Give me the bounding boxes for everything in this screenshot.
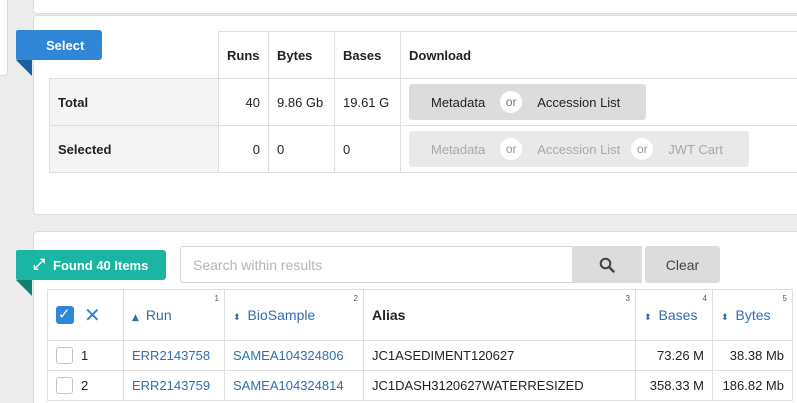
left-panel-edge bbox=[0, 0, 8, 76]
bytes-column-label: Bytes bbox=[735, 307, 771, 323]
alias-column-label: Alias bbox=[372, 307, 406, 323]
sort-up-icon: ▲ bbox=[132, 313, 139, 323]
selected-metadata-button[interactable]: Metadata bbox=[409, 131, 512, 167]
selected-bytes: 0 bbox=[268, 125, 335, 173]
column-number: 5 bbox=[782, 294, 787, 303]
search-icon bbox=[599, 257, 615, 273]
total-bases: 19.61 G bbox=[334, 78, 401, 126]
selection-summary-table: Runs Bytes Bases Download Total 40 9.86 … bbox=[49, 31, 797, 173]
previous-panel-edge bbox=[33, 0, 797, 14]
total-accession-list-button[interactable]: Accession List bbox=[511, 84, 647, 120]
row-checkbox[interactable] bbox=[56, 377, 73, 395]
column-number: 4 bbox=[702, 294, 707, 303]
run-link[interactable]: ERR2143758 bbox=[123, 340, 225, 371]
selected-download-cell: Metadata or Accession List or JWT Cart bbox=[400, 125, 797, 173]
select-all-checkbox[interactable] bbox=[56, 305, 74, 324]
alias-column-header[interactable]: 3 Alias bbox=[363, 289, 636, 341]
search-button[interactable] bbox=[572, 246, 642, 283]
total-metadata-button[interactable]: Metadata bbox=[409, 84, 512, 120]
bytes-cell: 186.82 Mb bbox=[712, 370, 793, 401]
run-column-label: Run bbox=[145, 307, 172, 323]
sort-both-icon: ⬍ bbox=[721, 313, 729, 323]
row-checkbox[interactable] bbox=[56, 347, 73, 365]
clear-selection-icon[interactable]: ✕ bbox=[84, 305, 101, 325]
run-link[interactable]: ERR2143759 bbox=[123, 370, 225, 401]
row-select-cell: 1 bbox=[47, 340, 124, 371]
column-number: 3 bbox=[625, 294, 630, 303]
results-table: ✕ 1 ▲ Run 2 ⬍ BioSample 3 Alias 4 ⬍ Bases 5… bbox=[47, 289, 793, 401]
alias-cell: JC1DASH3120627WATERRESIZED bbox=[363, 370, 636, 401]
biosample-column-label: BioSample bbox=[247, 307, 316, 323]
found-items-ribbon[interactable]: Found 40 Items bbox=[16, 250, 166, 296]
row-number: 2 bbox=[81, 378, 89, 394]
selected-accession-list-button[interactable]: Accession List bbox=[511, 131, 643, 167]
column-number: 1 bbox=[214, 294, 219, 303]
bytes-cell: 38.38 Mb bbox=[712, 340, 793, 371]
row-select-cell: 2 bbox=[47, 370, 124, 401]
biosample-column-header[interactable]: 2 ⬍ BioSample bbox=[224, 289, 364, 341]
sort-both-icon: ⬍ bbox=[233, 313, 241, 323]
row-number: 1 bbox=[81, 348, 89, 364]
total-label: Total bbox=[49, 78, 219, 126]
total-download-cell: Metadata or Accession List bbox=[400, 78, 797, 126]
selected-bases: 0 bbox=[334, 125, 401, 173]
bytes-column-header[interactable]: 5 ⬍ Bytes bbox=[712, 289, 793, 341]
biosample-link[interactable]: SAMEA104324814 bbox=[224, 370, 364, 401]
selected-runs: 0 bbox=[218, 125, 269, 173]
bases-cell: 358.33 M bbox=[635, 370, 713, 401]
search-input[interactable] bbox=[180, 246, 572, 283]
alias-cell: JC1ASEDIMENT120627 bbox=[363, 340, 636, 371]
total-download-group: Metadata or Accession List bbox=[409, 84, 792, 120]
selected-label: Selected bbox=[49, 125, 219, 173]
total-bytes: 9.86 Gb bbox=[268, 78, 335, 126]
bytes-header: Bytes bbox=[268, 31, 335, 79]
bases-header: Bases bbox=[334, 31, 401, 79]
selected-download-group: Metadata or Accession List or JWT Cart bbox=[409, 131, 792, 167]
jwt-cart-button[interactable]: JWT Cart bbox=[642, 131, 749, 167]
select-panel: Runs Bytes Bases Download Total 40 9.86 … bbox=[33, 15, 797, 215]
run-column-header[interactable]: 1 ▲ Run bbox=[123, 289, 225, 341]
bases-column-header[interactable]: 4 ⬍ Bases bbox=[635, 289, 713, 341]
clear-button[interactable]: Clear bbox=[645, 246, 720, 283]
runs-header: Runs bbox=[218, 31, 269, 79]
column-number: 2 bbox=[353, 294, 358, 303]
select-all-header: ✕ bbox=[47, 289, 124, 341]
total-runs: 40 bbox=[218, 78, 269, 126]
table-header-row: ✕ 1 ▲ Run 2 ⬍ BioSample 3 Alias 4 ⬍ Bases 5… bbox=[47, 289, 793, 341]
sort-both-icon: ⬍ bbox=[644, 313, 652, 323]
table-row: 1 ERR2143758 SAMEA104324806 JC1ASEDIMENT… bbox=[47, 340, 793, 371]
biosample-link[interactable]: SAMEA104324806 bbox=[224, 340, 364, 371]
expand-icon bbox=[33, 255, 48, 273]
bases-cell: 73.26 M bbox=[635, 340, 713, 371]
download-header: Download bbox=[400, 31, 797, 79]
select-ribbon-label: Select bbox=[46, 37, 85, 53]
found-items-label: Found 40 Items bbox=[53, 257, 149, 273]
table-row: 2 ERR2143759 SAMEA104324814 JC1DASH31206… bbox=[47, 370, 793, 401]
bases-column-label: Bases bbox=[658, 307, 698, 323]
select-ribbon: Select bbox=[16, 30, 102, 76]
